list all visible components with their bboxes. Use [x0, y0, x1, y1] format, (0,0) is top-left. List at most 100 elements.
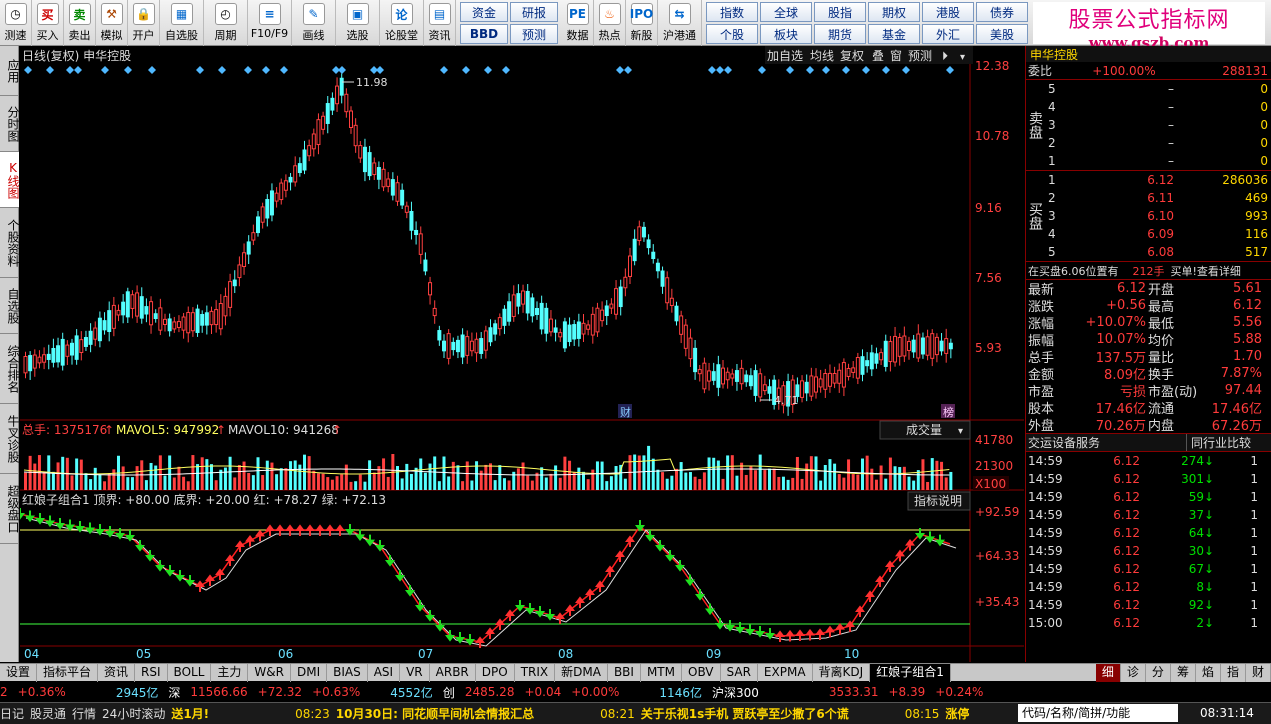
indicator-tab[interactable]: BOLL — [168, 663, 212, 682]
panel-tab[interactable]: 财 — [1245, 663, 1271, 682]
quotes-link[interactable]: 行情 — [72, 705, 96, 722]
open-account-button[interactable]: 🔒 开户 — [128, 0, 160, 46]
indicator-tab[interactable]: 资讯 — [98, 663, 136, 682]
sell-level[interactable]: 1–0 — [1044, 152, 1271, 170]
sector-button[interactable]: 板块 — [760, 24, 812, 44]
news-button[interactable]: ▤ 资讯 — [424, 0, 456, 46]
stock-button[interactable]: 个股 — [706, 24, 758, 44]
rank-marker[interactable]: 榜 — [943, 405, 954, 419]
ipo-button[interactable]: IPO 新股 — [626, 0, 658, 46]
panel-tab[interactable]: 指 — [1220, 663, 1246, 682]
hk-connect-button[interactable]: ⇆ 沪港通 — [658, 0, 702, 46]
options-button[interactable]: 期权 — [868, 2, 920, 22]
funds-button[interactable]: 基金 — [868, 24, 920, 44]
indicator-tab[interactable]: DPO — [476, 663, 515, 682]
sell-level[interactable]: 2–0 — [1044, 134, 1271, 152]
panel-tab[interactable]: 筹 — [1170, 663, 1196, 682]
data-button[interactable]: PE 数据 — [562, 0, 594, 46]
hk-stock-button[interactable]: 港股 — [922, 2, 974, 22]
industry-compare-button[interactable]: 同行业比较 — [1186, 434, 1251, 451]
indicator-tab[interactable]: 主力 — [211, 663, 249, 682]
watchlist-button[interactable]: ▦ 自选股 — [160, 0, 204, 46]
indicator-tab[interactable]: 指标平台 — [37, 663, 99, 682]
bbd-button[interactable]: BBD — [460, 24, 508, 44]
period-button[interactable]: ◴ 周期 — [204, 0, 248, 46]
indicator-tab[interactable]: BBI — [608, 663, 641, 682]
indicator-tab[interactable]: MTM — [641, 663, 682, 682]
sell-level[interactable]: 3–0 — [1044, 116, 1271, 134]
sell-level[interactable]: 5–0 — [1044, 80, 1271, 98]
scroll-news-link[interactable]: 24小时滚动 — [102, 705, 165, 722]
indicator-tab[interactable]: EXPMA — [758, 663, 813, 682]
hotspot-button[interactable]: ♨ 热点 — [594, 0, 626, 46]
stock-picker-button[interactable]: ▣ 选股 — [336, 0, 380, 46]
lingtong-link[interactable]: 股灵通 — [30, 705, 66, 722]
tab-ranking[interactable]: 综合排名 — [0, 334, 20, 404]
us-stock-button[interactable]: 美股 — [976, 24, 1028, 44]
indicator-tab[interactable]: VR — [400, 663, 430, 682]
dropdown-icon[interactable]: ▾ — [960, 52, 965, 63]
bond-button[interactable]: 债券 — [976, 2, 1028, 22]
buy-level[interactable]: 5 6.08 517 — [1044, 243, 1271, 261]
panel-tab[interactable]: 诊 — [1120, 663, 1146, 682]
forex-button[interactable]: 外汇 — [922, 24, 974, 44]
f10-button[interactable]: ≡ F10/F9 — [248, 0, 292, 46]
volume-selector[interactable]: 成交量 — [906, 422, 942, 437]
queue-detail-link[interactable]: 买单!查看详细 — [1171, 263, 1241, 279]
indicator-help-button[interactable]: 指标说明 — [914, 493, 962, 508]
industry-name[interactable]: 交运设备服务 — [1026, 434, 1186, 451]
menu-overlay[interactable]: 叠 — [872, 49, 884, 63]
research-button[interactable]: 研报 — [510, 2, 558, 22]
menu-adjust[interactable]: 复权 — [840, 49, 864, 63]
panel-tab[interactable]: 分 — [1145, 663, 1171, 682]
indicator-tab[interactable]: SAR — [721, 663, 758, 682]
futures-button[interactable]: 期货 — [814, 24, 866, 44]
volume-dropdown-icon[interactable]: ▾ — [958, 426, 963, 437]
indicator-tab[interactable]: 新DMA — [555, 663, 608, 682]
buy-button[interactable]: 买买入 — [32, 0, 64, 46]
menu-window[interactable]: 窗 — [890, 49, 902, 63]
tab-watchlist[interactable]: 自选股 — [0, 278, 20, 334]
indicator-tab[interactable]: 红娘子组合1 — [870, 663, 951, 682]
indicator-tab[interactable]: ARBR — [430, 663, 476, 682]
tab-diagnosis[interactable]: 牛叉诊股 — [0, 404, 20, 474]
code-search-input[interactable]: 代码/名称/简拼/功能 — [1018, 704, 1178, 722]
indicator-tab[interactable]: W&R — [248, 663, 291, 682]
tab-intraday[interactable]: 分时图 — [0, 96, 20, 152]
menu-ma[interactable]: 均线 — [810, 49, 834, 63]
indicator-tab[interactable]: BIAS — [327, 663, 368, 682]
panel-tab[interactable]: 细 — [1095, 663, 1121, 682]
draw-line-button[interactable]: ✎ 画线 — [292, 0, 336, 46]
tab-kline[interactable]: K线图 — [0, 152, 20, 208]
finance-marker[interactable]: 财 — [620, 405, 631, 419]
menu-add-watch[interactable]: 加自选 — [767, 49, 803, 63]
indicator-tab[interactable]: TRIX — [515, 663, 556, 682]
fund-button[interactable]: 资金 — [460, 2, 508, 22]
diary-link[interactable]: 日记 — [0, 705, 24, 722]
buy-level[interactable]: 4 6.09 116 — [1044, 225, 1271, 243]
kline-chart-area[interactable]: 日线(复权) 申华控股 加自选 均线 复权 叠 窗 预测 ⏵ ▾ 12.38 1… — [15, 46, 1024, 662]
global-button[interactable]: 全球 — [760, 2, 812, 22]
stock-index-button[interactable]: 股指 — [814, 2, 866, 22]
buy-level[interactable]: 2 6.11 469 — [1044, 189, 1271, 207]
indicator-tab[interactable]: OBV — [682, 663, 721, 682]
indicator-tab[interactable]: 设置 — [0, 663, 38, 682]
sell-button[interactable]: 卖卖出 — [64, 0, 96, 46]
buy-level[interactable]: 1 6.12 286036 — [1044, 171, 1271, 189]
menu-predict[interactable]: 预测 — [908, 49, 932, 63]
tab-apps[interactable]: 应用 — [0, 46, 20, 96]
indicator-tab[interactable]: RSI — [135, 663, 168, 682]
news-item[interactable]: 关于乐视1s手机 贾跃亭至少撒了6个谎 — [641, 705, 849, 722]
simulate-button[interactable]: ⚒ 模拟 — [96, 0, 128, 46]
sell-level[interactable]: 4–0 — [1044, 98, 1271, 116]
indicator-tab[interactable]: 背离KDJ — [813, 663, 871, 682]
indicator-tab[interactable]: ASI — [368, 663, 401, 682]
index-button[interactable]: 指数 — [706, 2, 758, 22]
buy-level[interactable]: 3 6.10 993 — [1044, 207, 1271, 225]
tab-profile[interactable]: 个股资料 — [0, 208, 20, 278]
news-item[interactable]: 10月30日: 同花顺早间机会情报汇总 — [336, 705, 534, 722]
forecast-button[interactable]: 预测 — [510, 24, 558, 44]
indicator-tab[interactable]: DMI — [291, 663, 328, 682]
speed-test-button[interactable]: ◷ 测速 — [0, 0, 32, 46]
forum-button[interactable]: 论论股堂 — [380, 0, 424, 46]
